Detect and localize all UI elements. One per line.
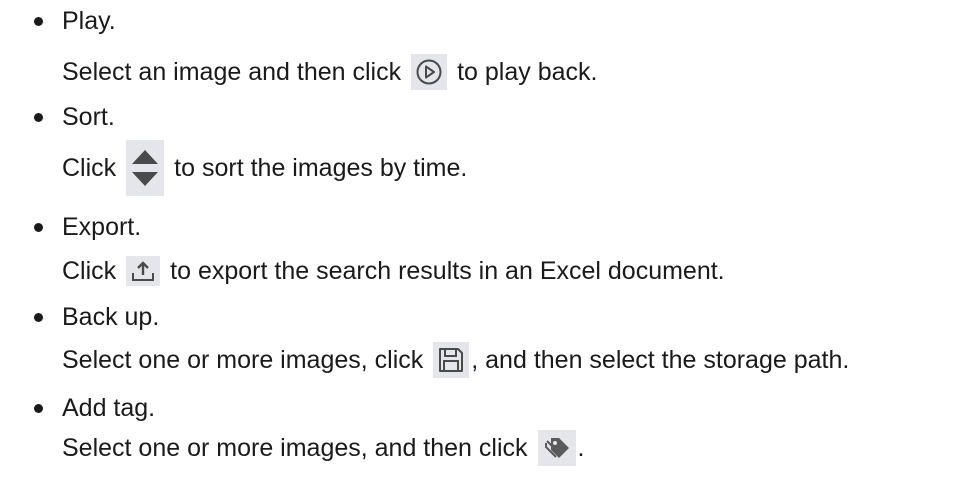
list-item-title: Sort.	[62, 103, 115, 131]
bullet-icon	[34, 17, 43, 26]
export-upload-icon	[126, 256, 161, 286]
description-text-before: Select one or more images, and then clic…	[62, 434, 528, 462]
bullet-icon	[34, 313, 43, 322]
description-text-before: Select an image and then click	[62, 58, 402, 86]
description-text-before: Select one or more images, click	[62, 346, 424, 374]
save-disk-icon	[433, 342, 470, 378]
description-text-after: to sort the images by time.	[174, 154, 468, 182]
description-text-before: Click	[62, 257, 117, 285]
list-item-description: Click to sort the images by time.	[62, 140, 467, 196]
description-text-after: .	[577, 434, 585, 462]
list-item-description: Select an image and then click to play b…	[62, 52, 597, 92]
list-item-title: Add tag.	[62, 394, 156, 422]
list-item-description: Click to export the search results in an…	[62, 254, 725, 288]
list-item-title: Back up.	[62, 303, 160, 331]
list-item-title: Play.	[62, 7, 116, 35]
description-text-after: to play back.	[457, 58, 598, 86]
bullet-icon	[34, 113, 43, 122]
play-circle-icon	[411, 54, 448, 90]
description-text-after: to export the search results in an Excel…	[170, 257, 725, 285]
bullet-icon	[34, 404, 43, 413]
sort-arrows-icon	[126, 140, 165, 196]
list-item-description: Select one or more images, and then clic…	[62, 428, 584, 468]
list-item-description: Select one or more images, click , and t…	[62, 340, 849, 380]
bullet-icon	[34, 223, 43, 232]
description-text-after: , and then select the storage path.	[471, 346, 850, 374]
tag-icon	[537, 430, 576, 466]
list-item-title: Export.	[62, 213, 142, 241]
description-text-before: Click	[62, 154, 117, 182]
